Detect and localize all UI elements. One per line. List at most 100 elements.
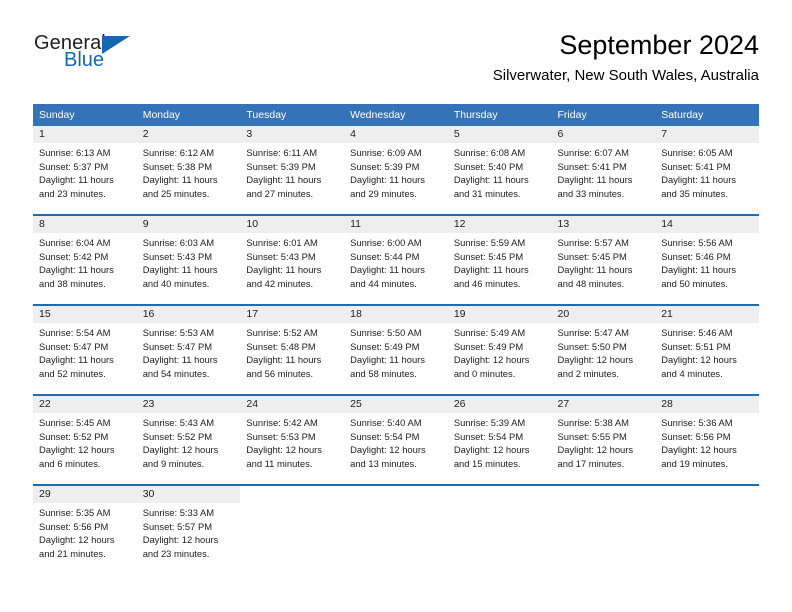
weekday-header-friday: Friday — [551, 104, 656, 126]
triangle-icon — [102, 36, 130, 54]
calendar-day-cell[interactable]: 15 Sunrise: 5:54 AM Sunset: 5:47 PM Dayligh… — [33, 304, 137, 395]
day-daylight-1-text: Daylight: 12 hours — [246, 444, 322, 455]
calendar-day-cell[interactable]: 28 Sunrise: 5:36 AM Sunset: 5:56 PM Dayligh… — [655, 394, 759, 485]
day-daylight-1-text: Daylight: 12 hours — [142, 444, 219, 455]
day-number: 24 — [240, 396, 345, 413]
calendar-day-cell[interactable]: 14 Sunrise: 5:56 AM Sunset: 5:46 PM Dayligh… — [655, 214, 759, 305]
day-daylight-2-text: and 50 minutes. — [661, 277, 728, 289]
calendar-day-cell[interactable]: 18 Sunrise: 5:50 AM Sunset: 5:49 PM Dayligh… — [344, 304, 448, 395]
day-details: Sunrise: 5:56 AM Sunset: 5:46 PM Daylight:… — [655, 233, 759, 290]
day-sunset-text: Sunset: 5:43 PM — [246, 250, 316, 262]
calendar-day-cell[interactable]: 22 Sunrise: 5:45 AM Sunset: 5:52 PM Dayligh… — [33, 394, 137, 485]
day-number: 5 — [447, 126, 552, 143]
calendar-day-cell[interactable]: 21 Sunrise: 5:46 AM Sunset: 5:51 PM Dayligh… — [655, 304, 759, 395]
day-sunset-text: Sunset: 5:52 PM — [142, 430, 213, 442]
day-sunset-text: Sunset: 5:42 PM — [39, 250, 109, 262]
day-number: 10 — [240, 216, 345, 233]
generalblue-logo[interactable]: General Blue — [33, 32, 233, 86]
day-details: Sunrise: 5:38 AM Sunset: 5:55 PM Daylight:… — [552, 413, 656, 470]
calendar-day-cell[interactable]: 11 Sunrise: 6:00 AM Sunset: 5:44 PM Dayligh… — [344, 214, 448, 305]
calendar-day-cell[interactable]: 17 Sunrise: 5:52 AM Sunset: 5:48 PM Dayligh… — [240, 304, 345, 395]
calendar-page: General Blue September 2024 Silverwater,… — [0, 0, 792, 612]
calendar-day-cell[interactable]: 6 Sunrise: 6:07 AM Sunset: 5:41 PM Daylight… — [551, 126, 656, 215]
day-number: 29 — [33, 486, 137, 503]
day-details — [552, 503, 656, 506]
calendar-day-cell[interactable]: 13 Sunrise: 5:57 AM Sunset: 5:45 PM Dayligh… — [551, 214, 656, 305]
day-sunrise-text: Sunrise: 6:11 AM — [246, 147, 318, 158]
calendar-table: Sunday Monday Tuesday Wednesday Thursday Frid… — [33, 104, 759, 574]
calendar-day-cell[interactable]: 7 Sunrise: 6:05 AM Sunset: 5:41 PM Daylight… — [655, 126, 759, 215]
calendar-day-cell[interactable]: 20 Sunrise: 5:47 AM Sunset: 5:50 PM Dayligh… — [551, 304, 656, 395]
day-sunset-text: Sunset: 5:47 PM — [39, 340, 109, 352]
calendar-day-cell[interactable]: 30 Sunrise: 5:33 AM Sunset: 5:57 PM Dayligh… — [136, 484, 241, 574]
day-sunset-text: Sunset: 5:49 PM — [453, 340, 524, 352]
day-sunset-text: Sunset: 5:51 PM — [661, 340, 731, 352]
day-number: 27 — [551, 396, 656, 413]
day-daylight-1-text: Daylight: 11 hours — [661, 174, 737, 185]
day-daylight-1-text: Daylight: 12 hours — [453, 444, 530, 455]
day-sunrise-text: Sunrise: 6:07 AM — [557, 147, 629, 158]
calendar-day-cell[interactable]: 1 Sunrise: 6:13 AM Sunset: 5:37 PM Daylight… — [33, 126, 137, 215]
day-daylight-2-text: and 52 minutes. — [39, 367, 106, 379]
day-details: Sunrise: 5:47 AM Sunset: 5:50 PM Daylight:… — [552, 323, 656, 380]
day-daylight-1-text: Daylight: 12 hours — [453, 354, 530, 365]
calendar-day-cell[interactable]: 19 Sunrise: 5:49 AM Sunset: 5:49 PM Dayligh… — [447, 304, 552, 395]
page-title: September 2024 — [559, 30, 759, 60]
day-sunset-text: Sunset: 5:40 PM — [453, 160, 524, 172]
logo-text-blue: Blue — [64, 49, 105, 71]
day-details: Sunrise: 6:13 AM Sunset: 5:37 PM Daylight:… — [33, 143, 137, 200]
day-sunrise-text: Sunrise: 5:35 AM — [39, 507, 111, 518]
day-number: 14 — [655, 216, 759, 233]
calendar-day-cell[interactable]: 4 Sunrise: 6:09 AM Sunset: 5:39 PM Daylight… — [344, 126, 448, 215]
calendar-day-cell[interactable]: 23 Sunrise: 5:43 AM Sunset: 5:52 PM Dayligh… — [136, 394, 241, 485]
day-details: Sunrise: 6:04 AM Sunset: 5:42 PM Daylight:… — [33, 233, 137, 290]
day-sunset-text: Sunset: 5:39 PM — [246, 160, 316, 172]
day-number: 30 — [136, 486, 241, 503]
day-details: Sunrise: 6:01 AM Sunset: 5:43 PM Daylight:… — [240, 233, 344, 290]
day-daylight-2-text: and 56 minutes. — [246, 367, 314, 379]
day-sunrise-text: Sunrise: 6:00 AM — [350, 237, 422, 248]
day-daylight-2-text: and 6 minutes. — [39, 457, 101, 469]
day-daylight-1-text: Daylight: 11 hours — [661, 264, 737, 275]
day-details: Sunrise: 6:12 AM Sunset: 5:38 PM Daylight:… — [137, 143, 241, 200]
day-sunrise-text: Sunrise: 5:38 AM — [557, 417, 629, 428]
day-details — [448, 503, 552, 506]
weekday-header-monday: Monday — [136, 104, 241, 126]
day-sunrise-text: Sunrise: 5:39 AM — [453, 417, 526, 428]
calendar-day-cell[interactable]: 5 Sunrise: 6:08 AM Sunset: 5:40 PM Daylight… — [447, 126, 552, 215]
day-daylight-2-text: and 44 minutes. — [350, 277, 417, 289]
day-details: Sunrise: 5:33 AM Sunset: 5:57 PM Daylight:… — [137, 503, 241, 560]
calendar-day-cell[interactable]: 24 Sunrise: 5:42 AM Sunset: 5:53 PM Dayligh… — [240, 394, 345, 485]
calendar-day-cell[interactable]: 26 Sunrise: 5:39 AM Sunset: 5:54 PM Dayligh… — [447, 394, 552, 485]
calendar-day-cell[interactable]: 9 Sunrise: 6:03 AM Sunset: 5:43 PM Daylight… — [136, 214, 241, 305]
calendar-day-cell[interactable]: 16 Sunrise: 5:53 AM Sunset: 5:47 PM Dayligh… — [136, 304, 241, 395]
day-sunset-text: Sunset: 5:55 PM — [557, 430, 627, 442]
calendar-cell-empty — [344, 484, 448, 574]
day-sunrise-text: Sunrise: 6:08 AM — [453, 147, 526, 158]
calendar-week-row: 8 Sunrise: 6:04 AM Sunset: 5:42 PM Daylight… — [33, 214, 759, 305]
day-daylight-2-text: and 58 minutes. — [350, 367, 417, 379]
day-number: 13 — [551, 216, 656, 233]
day-sunrise-text: Sunrise: 6:01 AM — [246, 237, 318, 248]
calendar-day-cell[interactable]: 8 Sunrise: 6:04 AM Sunset: 5:42 PM Daylight… — [33, 214, 137, 305]
calendar-day-cell[interactable]: 25 Sunrise: 5:40 AM Sunset: 5:54 PM Dayligh… — [344, 394, 448, 485]
calendar-day-cell[interactable]: 2 Sunrise: 6:12 AM Sunset: 5:38 PM Daylight… — [136, 126, 241, 215]
day-daylight-1-text: Daylight: 11 hours — [453, 174, 529, 185]
calendar-day-cell[interactable]: 3 Sunrise: 6:11 AM Sunset: 5:39 PM Daylight… — [240, 126, 345, 215]
day-details — [344, 503, 448, 506]
day-sunset-text: Sunset: 5:56 PM — [661, 430, 731, 442]
calendar-day-cell[interactable]: 12 Sunrise: 5:59 AM Sunset: 5:45 PM Dayligh… — [447, 214, 552, 305]
calendar-week-row: 29 Sunrise: 5:35 AM Sunset: 5:56 PM Dayligh… — [33, 484, 759, 574]
day-daylight-1-text: Daylight: 11 hours — [39, 354, 114, 365]
calendar-day-cell[interactable]: 27 Sunrise: 5:38 AM Sunset: 5:55 PM Dayligh… — [551, 394, 656, 485]
day-sunset-text: Sunset: 5:44 PM — [350, 250, 420, 262]
calendar-day-cell[interactable]: 29 Sunrise: 5:35 AM Sunset: 5:56 PM Dayligh… — [33, 484, 137, 574]
day-daylight-2-text: and 4 minutes. — [661, 367, 723, 379]
day-details: Sunrise: 6:11 AM Sunset: 5:39 PM Daylight:… — [240, 143, 344, 200]
calendar-day-cell[interactable]: 10 Sunrise: 6:01 AM Sunset: 5:43 PM Dayligh… — [240, 214, 345, 305]
day-sunrise-text: Sunrise: 5:46 AM — [661, 327, 733, 338]
day-daylight-2-text: and 40 minutes. — [142, 277, 210, 289]
day-details: Sunrise: 5:57 AM Sunset: 5:45 PM Daylight:… — [552, 233, 656, 290]
day-sunrise-text: Sunrise: 5:36 AM — [661, 417, 733, 428]
weekday-header-wednesday: Wednesday — [344, 104, 448, 126]
